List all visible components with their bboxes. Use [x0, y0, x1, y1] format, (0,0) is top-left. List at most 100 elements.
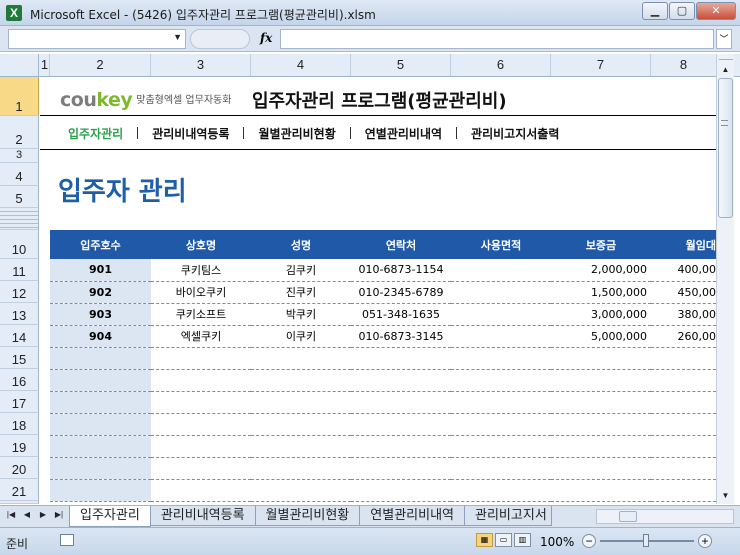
cell[interactable]: [651, 479, 716, 502]
cell[interactable]: [151, 435, 251, 458]
cell-monthly-rent[interactable]: 380,00: [651, 303, 716, 326]
tab-sheet-monthly-fee-status[interactable]: 월별관리비현황: [254, 506, 361, 526]
row-header[interactable]: 19: [0, 435, 39, 457]
cell-deposit[interactable]: 5,000,000: [551, 325, 651, 348]
cell-unit[interactable]: 903: [50, 303, 151, 326]
zoom-level[interactable]: 100%: [540, 535, 574, 549]
next-sheet-icon[interactable]: ▶: [36, 510, 50, 519]
cell[interactable]: [651, 413, 716, 436]
header-unit[interactable]: 입주호수: [50, 230, 151, 259]
header-contact[interactable]: 연락처: [351, 230, 451, 259]
cell[interactable]: [451, 435, 551, 458]
cell[interactable]: [551, 435, 651, 458]
cell[interactable]: [251, 457, 351, 480]
row-header[interactable]: 13: [0, 303, 39, 325]
cell-company[interactable]: 쿠키팀스: [151, 259, 251, 282]
cell[interactable]: [651, 347, 716, 370]
zoom-slider-handle[interactable]: [643, 534, 649, 547]
tab-sheet-fee-registration[interactable]: 관리비내역등록: [149, 506, 256, 526]
select-all-corner[interactable]: [0, 54, 39, 76]
cell[interactable]: [251, 479, 351, 502]
last-sheet-icon[interactable]: ▶|: [52, 510, 66, 519]
row-header[interactable]: 21: [0, 479, 39, 501]
cell-unit[interactable]: [50, 369, 151, 392]
nav-yearly-fee-history[interactable]: 연별관리비내역: [365, 125, 442, 142]
horizontal-scrollbar[interactable]: [596, 509, 734, 524]
cell[interactable]: [351, 435, 451, 458]
cell-area[interactable]: [451, 281, 551, 304]
tab-sheet-tenant-management[interactable]: 입주자관리: [69, 506, 151, 527]
cell-unit[interactable]: [50, 413, 151, 436]
cell-name[interactable]: 김쿠키: [251, 259, 351, 282]
row-header[interactable]: 10: [0, 230, 39, 259]
cell[interactable]: [451, 391, 551, 414]
cell-unit[interactable]: [50, 347, 151, 370]
cell[interactable]: [351, 457, 451, 480]
cell[interactable]: [551, 391, 651, 414]
cell-unit[interactable]: [50, 435, 151, 458]
cell[interactable]: [251, 347, 351, 370]
insert-function-icon[interactable]: fx: [260, 31, 272, 45]
cell[interactable]: [451, 413, 551, 436]
row-header[interactable]: 5: [0, 186, 39, 208]
cell[interactable]: [551, 369, 651, 392]
cell[interactable]: [651, 391, 716, 414]
cell[interactable]: [151, 347, 251, 370]
cell-company[interactable]: 쿠키소프트: [151, 303, 251, 326]
tab-sheet-yearly-fee-history[interactable]: 연별관리비내역: [359, 506, 466, 526]
excel-app-icon[interactable]: X: [6, 5, 22, 21]
column-header[interactable]: 2: [50, 54, 151, 76]
cell-area[interactable]: [451, 325, 551, 348]
row-header[interactable]: 2: [0, 116, 39, 149]
row-header[interactable]: 20: [0, 457, 39, 479]
cell-deposit[interactable]: 1,500,000: [551, 281, 651, 304]
page-break-view-icon[interactable]: ▥: [514, 533, 531, 547]
close-button[interactable]: ✕: [696, 2, 736, 20]
cell-unit[interactable]: [50, 457, 151, 480]
chevron-down-icon[interactable]: ▼: [173, 32, 182, 42]
cell-monthly-rent[interactable]: 260,00: [651, 325, 716, 348]
cell[interactable]: [151, 413, 251, 436]
vertical-scroll-thumb[interactable]: [718, 78, 733, 218]
cell-unit[interactable]: [50, 391, 151, 414]
cell-deposit[interactable]: 2,000,000: [551, 259, 651, 282]
cell[interactable]: [251, 435, 351, 458]
cell[interactable]: [651, 369, 716, 392]
zoom-out-icon[interactable]: −: [582, 534, 596, 548]
cell[interactable]: [451, 479, 551, 502]
cell[interactable]: [351, 479, 451, 502]
expand-formula-bar-icon[interactable]: ﹀: [716, 29, 732, 49]
cell-contact[interactable]: 010-6873-3145: [351, 325, 451, 348]
macro-record-icon[interactable]: [60, 534, 74, 546]
horizontal-scroll-thumb[interactable]: [619, 511, 637, 522]
prev-sheet-icon[interactable]: ◀: [20, 510, 34, 519]
cell[interactable]: [151, 369, 251, 392]
cell[interactable]: [351, 347, 451, 370]
column-header[interactable]: 3: [151, 54, 251, 76]
name-box[interactable]: ▼: [8, 29, 186, 49]
row-header[interactable]: 4: [0, 163, 39, 186]
cell[interactable]: [451, 457, 551, 480]
header-name[interactable]: 성명: [251, 230, 351, 259]
cell[interactable]: [551, 347, 651, 370]
nav-tenant-management[interactable]: 입주자관리: [68, 125, 123, 142]
row-header[interactable]: 16: [0, 369, 39, 391]
cell-contact[interactable]: 010-6873-1154: [351, 259, 451, 282]
row-header[interactable]: 14: [0, 325, 39, 347]
cell-contact[interactable]: 051-348-1635: [351, 303, 451, 326]
header-monthly-rent[interactable]: 월임대: [651, 230, 716, 259]
cell[interactable]: [151, 479, 251, 502]
row-header[interactable]: 18: [0, 413, 39, 435]
row-header[interactable]: 12: [0, 281, 39, 303]
cell-company[interactable]: 엑셀쿠키: [151, 325, 251, 348]
cell[interactable]: [451, 347, 551, 370]
cell[interactable]: [351, 413, 451, 436]
cell-name[interactable]: 박쿠키: [251, 303, 351, 326]
cell[interactable]: [251, 391, 351, 414]
zoom-in-icon[interactable]: +: [698, 534, 712, 548]
nav-fee-notice-print[interactable]: 관리비고지서출력: [471, 125, 559, 142]
column-header[interactable]: 7: [551, 54, 651, 76]
column-header[interactable]: 5: [351, 54, 451, 76]
cell[interactable]: [551, 457, 651, 480]
row-header[interactable]: 1: [0, 77, 39, 116]
